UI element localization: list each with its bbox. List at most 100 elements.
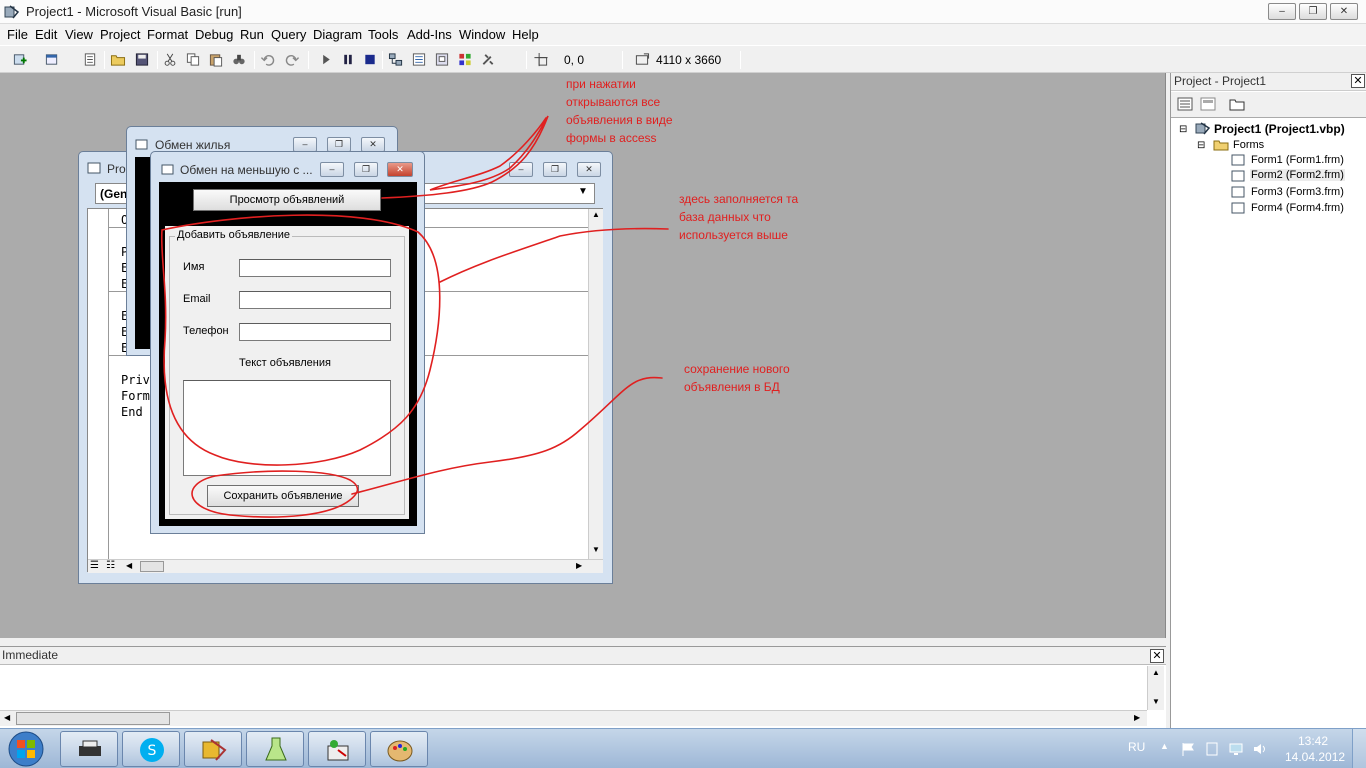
form-icon	[1231, 186, 1245, 198]
folder-icon	[1213, 140, 1229, 151]
menu-diagram[interactable]: Diagram	[313, 27, 362, 42]
code-hscrollbar[interactable]: ☰ ☷ ◀ ▶	[88, 559, 603, 573]
immediate-window[interactable]: Immediate ✕ ▲ ▼ ◀ ▶	[0, 646, 1166, 728]
full-module-view-icon[interactable]: ☷	[106, 560, 115, 571]
language-indicator[interactable]: RU	[1128, 740, 1145, 754]
clock-time[interactable]: 13:42	[1298, 734, 1328, 748]
add-form-icon[interactable]	[44, 52, 60, 67]
menu-project[interactable]: Project	[100, 27, 140, 42]
toggle-folders-icon[interactable]	[1229, 97, 1245, 111]
immediate-hscrollbar[interactable]: ◀ ▶	[0, 710, 1147, 726]
form-icon	[1231, 170, 1245, 182]
vb-app-icon[interactable]	[4, 4, 20, 20]
menu-run[interactable]: Run	[240, 27, 264, 42]
form-exchange-minimize[interactable]: –	[320, 162, 344, 177]
app-title-bar[interactable]: Project1 - Microsoft Visual Basic [run] …	[0, 0, 1366, 24]
tree-project-root[interactable]: Project1 (Project1.vbp)	[1214, 122, 1345, 136]
menu-tools[interactable]: Tools	[368, 27, 398, 42]
code-vscrollbar[interactable]: ▲ ▼	[588, 209, 603, 559]
menu-query[interactable]: Query	[271, 27, 306, 42]
tree-collapse-icon[interactable]: ⊟	[1197, 140, 1205, 151]
menu-help[interactable]: Help	[512, 27, 539, 42]
form-window-exchange[interactable]: Обмен на меньшую с ... – ❐ ✕ Просмотр об…	[150, 151, 425, 534]
view-code-icon[interactable]	[1177, 97, 1193, 111]
redo-icon[interactable]	[284, 52, 300, 67]
tree-forms-folder[interactable]: Forms	[1233, 139, 1264, 151]
copy-icon[interactable]	[185, 52, 201, 67]
form-icon	[135, 139, 148, 150]
form-housing-close[interactable]: ✕	[361, 137, 385, 152]
immediate-close[interactable]: ✕	[1150, 649, 1164, 663]
taskbar-app-tools[interactable]	[308, 731, 366, 767]
open-project-icon[interactable]	[110, 52, 126, 67]
volume-icon[interactable]	[1252, 741, 1268, 757]
chevron-down-icon[interactable]: ▼	[578, 186, 588, 197]
form-exchange-close[interactable]: ✕	[387, 162, 413, 177]
flag-icon[interactable]	[1180, 741, 1196, 757]
code-window-minimize[interactable]: –	[509, 162, 533, 177]
tree-form-item[interactable]: Form1 (Form1.frm)	[1251, 154, 1344, 166]
menu-bar: File Edit View Project Format Debug Run …	[0, 24, 1366, 45]
tree-form-item[interactable]: Form3 (Form3.frm)	[1251, 186, 1344, 198]
cut-icon[interactable]	[162, 52, 178, 67]
listing-text-area[interactable]	[183, 380, 391, 476]
procedure-view-icon[interactable]: ☰	[90, 560, 99, 571]
start-icon[interactable]	[318, 52, 334, 67]
menu-debug[interactable]: Debug	[195, 27, 233, 42]
taskbar-app-flask[interactable]	[246, 731, 304, 767]
save-listing-button[interactable]: Сохранить объявление	[207, 485, 359, 507]
project-explorer-icon[interactable]	[388, 52, 404, 67]
menu-view[interactable]: View	[65, 27, 93, 42]
clock-date[interactable]: 14.04.2012	[1285, 750, 1345, 764]
taskbar-app-skype[interactable]: S	[122, 731, 180, 767]
minimize-button[interactable]: –	[1268, 3, 1296, 20]
object-browser-icon[interactable]	[457, 52, 473, 67]
taskbar-app-paint[interactable]	[370, 731, 428, 767]
add-project-icon[interactable]	[12, 52, 28, 67]
save-project-icon[interactable]	[134, 52, 150, 67]
restore-button[interactable]: ❐	[1299, 3, 1327, 20]
view-listings-button[interactable]: Просмотр объявлений	[193, 189, 381, 211]
menu-addins[interactable]: Add-Ins	[407, 27, 452, 42]
menu-file[interactable]: File	[7, 27, 28, 42]
skype-icon: S	[140, 738, 164, 762]
code-window-close[interactable]: ✕	[577, 162, 601, 177]
immediate-vscrollbar[interactable]: ▲ ▼	[1147, 666, 1164, 710]
project-explorer-close[interactable]: ✕	[1351, 74, 1365, 88]
email-input[interactable]	[239, 291, 391, 309]
app-title: Project1 - Microsoft Visual Basic [run]	[26, 4, 242, 19]
taskbar-app-vb[interactable]	[184, 731, 242, 767]
find-icon[interactable]	[231, 52, 247, 67]
start-button[interactable]	[6, 730, 46, 768]
name-label: Имя	[183, 261, 205, 273]
break-icon[interactable]	[340, 52, 356, 67]
view-object-icon[interactable]	[1200, 97, 1216, 111]
tree-form-item[interactable]: Form4 (Form4.frm)	[1251, 202, 1344, 214]
form-icon	[1231, 202, 1245, 214]
menu-editor-icon[interactable]	[82, 52, 98, 67]
properties-window-icon[interactable]	[411, 52, 427, 67]
toolbox-icon[interactable]	[480, 52, 496, 67]
taskbar-app-printer[interactable]	[60, 731, 118, 767]
form-housing-minimize[interactable]: –	[293, 137, 317, 152]
menu-window[interactable]: Window	[459, 27, 505, 42]
phone-input[interactable]	[239, 323, 391, 341]
form-housing-maximize[interactable]: ❐	[327, 137, 351, 152]
name-input[interactable]	[239, 259, 391, 277]
form-layout-icon[interactable]	[434, 52, 450, 67]
close-button[interactable]: ✕	[1330, 3, 1358, 20]
menu-edit[interactable]: Edit	[35, 27, 57, 42]
network-icon[interactable]	[1228, 741, 1244, 757]
paste-icon[interactable]	[208, 52, 224, 67]
tree-form-item[interactable]: Form2 (Form2.frm)	[1250, 169, 1345, 181]
tree-collapse-icon[interactable]: ⊟	[1179, 124, 1187, 135]
show-desktop-button[interactable]	[1352, 729, 1366, 768]
menu-format[interactable]: Format	[147, 27, 188, 42]
undo-icon[interactable]	[260, 52, 276, 67]
listing-text-label: Текст объявления	[239, 357, 331, 369]
end-icon[interactable]	[362, 52, 378, 67]
form-exchange-maximize[interactable]: ❐	[354, 162, 378, 177]
device-icon[interactable]	[1204, 741, 1220, 757]
tray-expand-icon[interactable]: ▲	[1160, 741, 1169, 751]
code-window-maximize[interactable]: ❐	[543, 162, 567, 177]
